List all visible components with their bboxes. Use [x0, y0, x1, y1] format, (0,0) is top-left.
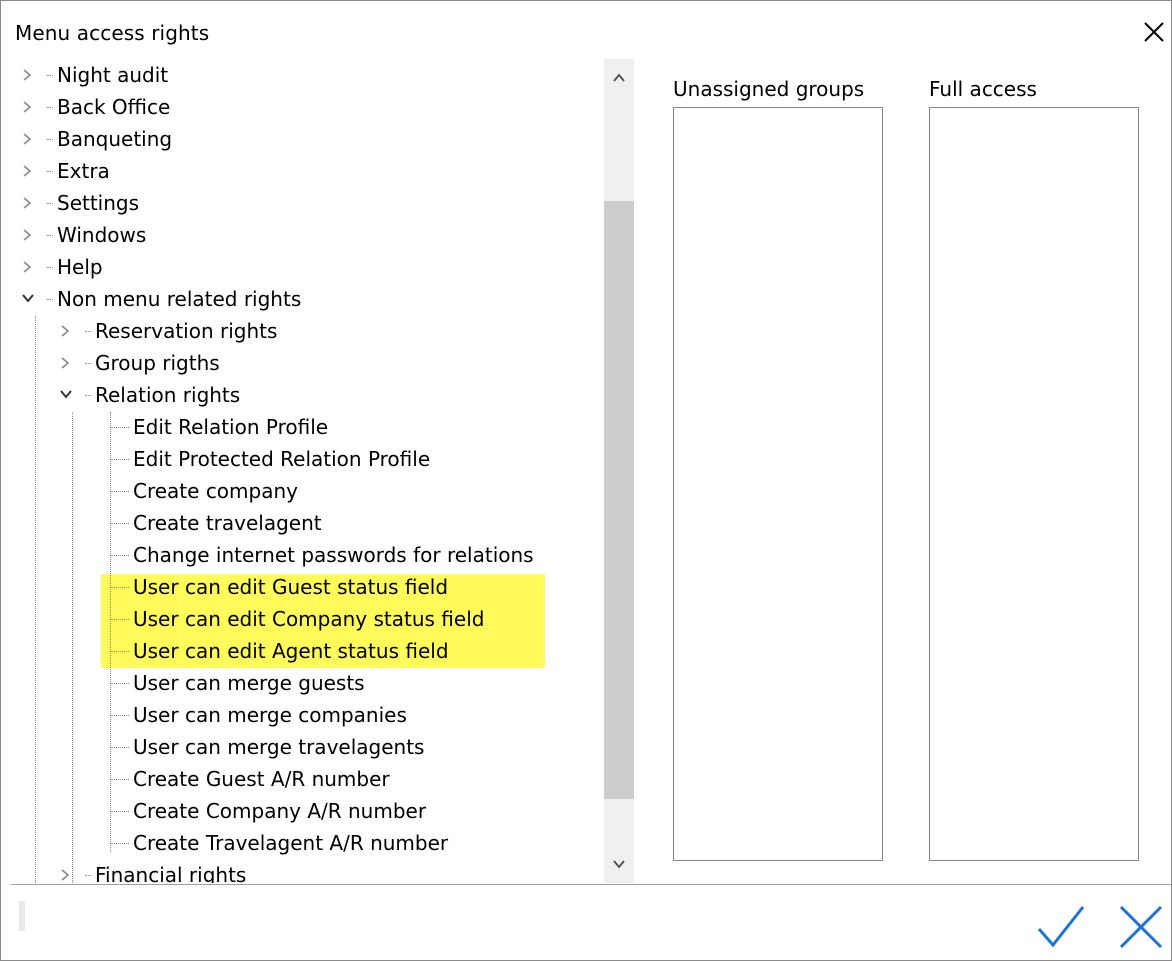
tree-item-label: User can merge travelagents — [133, 735, 425, 759]
tree-item-label: User can edit Agent status field — [133, 639, 449, 663]
tree-item-label: User can edit Guest status field — [133, 575, 449, 599]
tree-item-label: Non menu related rights — [57, 287, 302, 311]
chevron-right-icon[interactable] — [57, 347, 77, 379]
tree-item-label: Edit Protected Relation Profile — [133, 447, 431, 471]
ok-button[interactable] — [1035, 901, 1087, 953]
tree-guide-line-level3 — [110, 412, 111, 852]
tree-item-label: User can merge guests — [133, 671, 365, 695]
status-field — [19, 901, 25, 931]
chevron-right-icon[interactable] — [19, 251, 39, 283]
tree-item-label: Relation rights — [95, 383, 241, 407]
chevron-right-icon[interactable] — [19, 91, 39, 123]
cancel-button[interactable] — [1115, 901, 1167, 953]
window-title: Menu access rights — [15, 21, 210, 45]
chevron-right-icon[interactable] — [57, 315, 77, 347]
scroll-up-arrow-icon[interactable] — [604, 59, 634, 95]
tree-item-label: Edit Relation Profile — [133, 415, 329, 439]
close-icon[interactable] — [1141, 19, 1167, 45]
tree-item-label: Group rigths — [95, 351, 220, 375]
tree-scrollbar[interactable] — [604, 59, 634, 883]
tree-item-label: Create travelagent — [133, 511, 322, 535]
tree-item-label: Change internet passwords for relations — [133, 543, 534, 567]
tree-item-label: Back Office — [57, 95, 171, 119]
unassigned-groups-label: Unassigned groups — [673, 77, 865, 101]
scroll-thumb[interactable] — [604, 201, 634, 799]
tree-guide-line-level2 — [72, 412, 73, 883]
full-access-label: Full access — [929, 77, 1037, 101]
tree-item-label: Settings — [57, 191, 140, 215]
tree-item-label: Create company — [133, 479, 298, 503]
tree-item-label: Create Company A/R number — [133, 799, 427, 823]
checkmark-icon — [1037, 906, 1085, 948]
unassigned-groups-list[interactable] — [673, 107, 883, 861]
chevron-right-icon[interactable] — [19, 187, 39, 219]
chevron-down-icon[interactable] — [57, 379, 77, 411]
chevron-down-icon[interactable] — [19, 283, 39, 315]
chevron-right-icon[interactable] — [19, 59, 39, 91]
chevron-right-icon[interactable] — [19, 123, 39, 155]
chevron-right-icon[interactable] — [57, 859, 77, 883]
tree-item-label: User can merge companies — [133, 703, 407, 727]
full-access-list[interactable] — [929, 107, 1139, 861]
chevron-right-icon[interactable] — [19, 155, 39, 187]
dialog-window: Menu access rights Night audit Back Offi… — [0, 0, 1172, 961]
scroll-down-arrow-icon[interactable] — [604, 847, 634, 883]
chevron-right-icon[interactable] — [19, 219, 39, 251]
tree-item-label: Extra — [57, 159, 110, 183]
tree-guide-line-level1 — [35, 316, 36, 883]
tree-item-label: Reservation rights — [95, 319, 278, 343]
cancel-x-icon — [1119, 905, 1163, 949]
menu-rights-tree[interactable]: Night audit Back Office Banqueting Extra… — [15, 59, 605, 883]
tree-item-label: Windows — [57, 223, 147, 247]
tree-item-label: Financial rights — [95, 863, 247, 883]
footer-divider — [11, 884, 1171, 885]
tree-item-label: User can edit Company status field — [133, 607, 485, 631]
tree-item-label: Night audit — [57, 63, 169, 87]
tree-item-label: Create Travelagent A/R number — [133, 831, 449, 855]
tree-item-label: Create Guest A/R number — [133, 767, 390, 791]
tree-item-label: Help — [57, 255, 103, 279]
tree-item-label: Banqueting — [57, 127, 173, 151]
